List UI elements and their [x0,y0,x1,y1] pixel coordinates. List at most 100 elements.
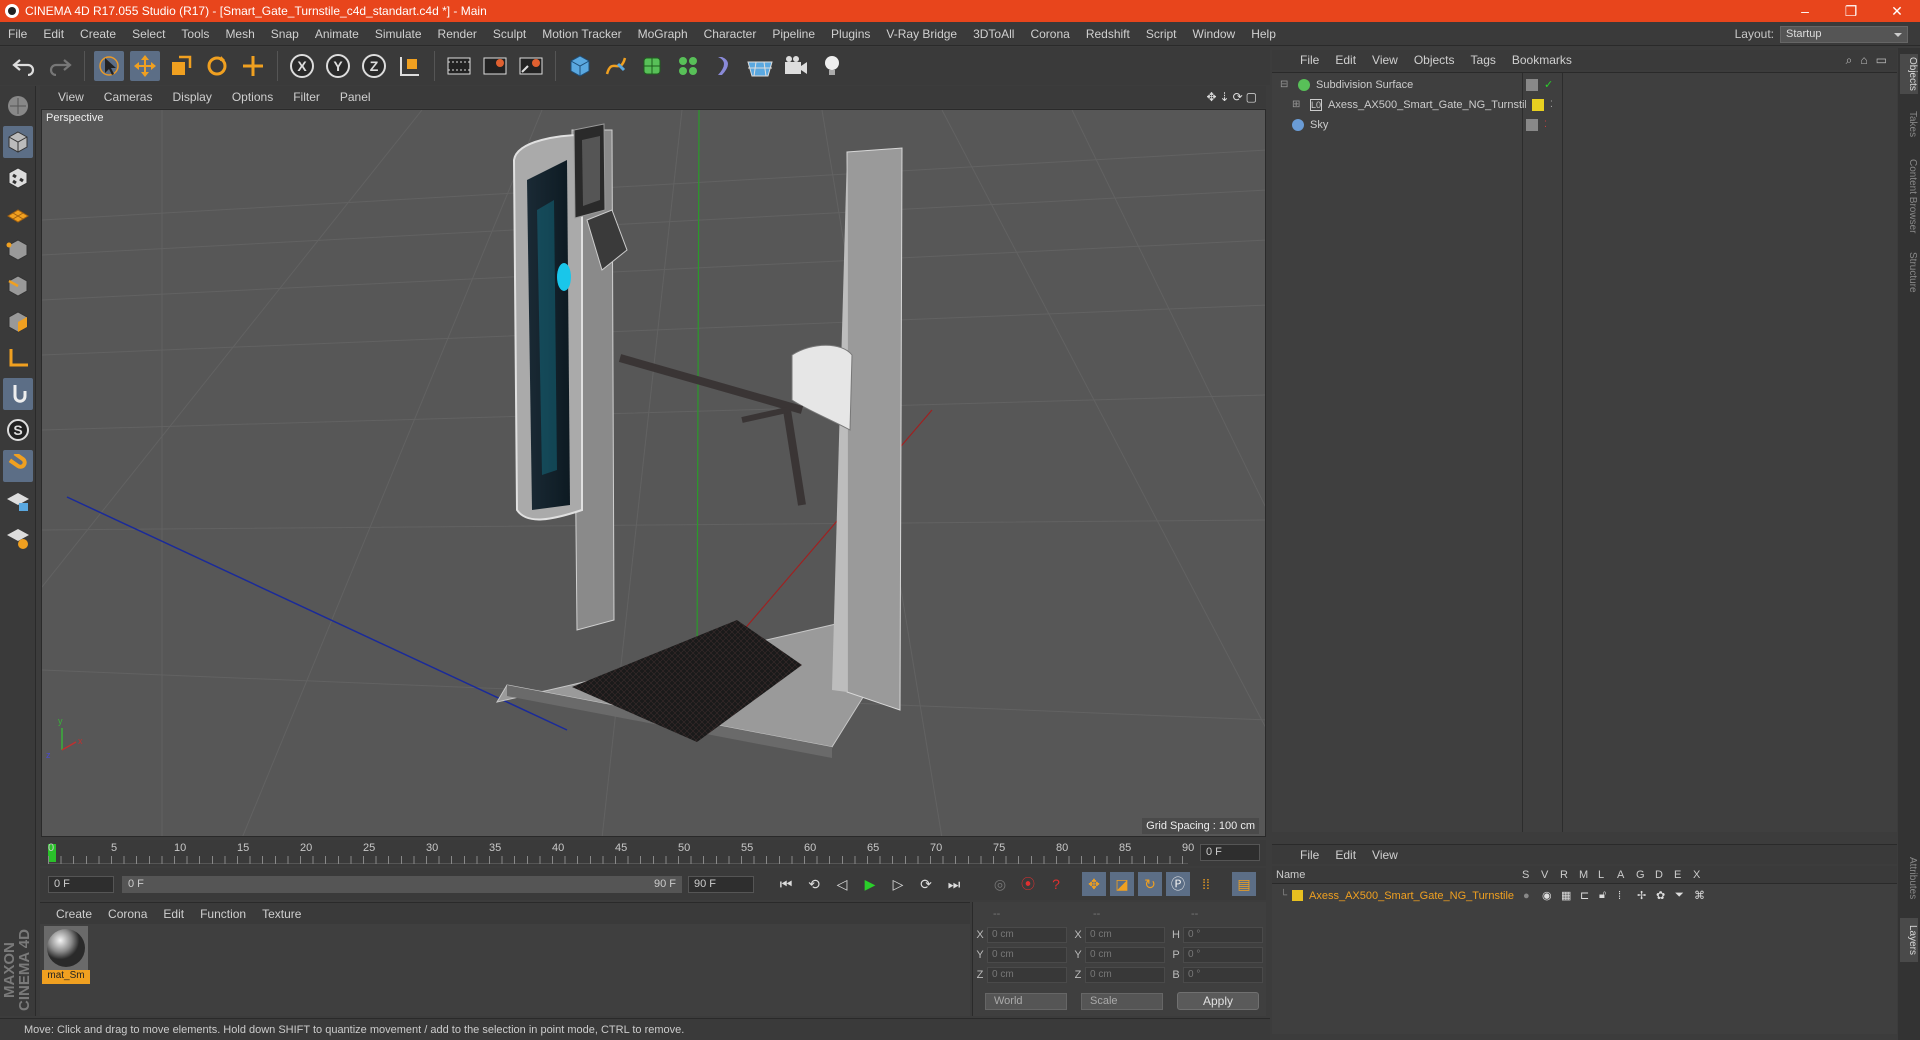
collapse-icon[interactable]: ⊟ [1280,79,1292,90]
menu-render[interactable]: Render [430,27,485,41]
timeline-track[interactable]: 0 5 10 15 20 25 30 35 40 45 50 55 60 65 … [48,842,1194,864]
object-row[interactable]: ⊞ L0 Axess_AX500_Smart_Gate_NG_Turnstile… [1272,95,1897,114]
viewport-nav-icons[interactable]: ✥⇣⟳▢ [1206,90,1266,104]
object-manager-search-icon[interactable]: ⌕ [1846,53,1853,68]
objects-menu-edit[interactable]: Edit [1327,53,1364,67]
previous-key-icon[interactable]: ⟲ [802,872,826,896]
light-icon[interactable] [817,51,847,81]
coordinate-mode-dropdown[interactable]: World [985,992,1067,1010]
menu-corona[interactable]: Corona [1022,27,1077,41]
material-menu-edit[interactable]: Edit [155,907,192,921]
tab-attributes[interactable]: Attributes [1900,846,1918,910]
column-view[interactable]: V [1541,869,1560,881]
menu-create[interactable]: Create [72,27,124,41]
menu-sculpt[interactable]: Sculpt [485,27,534,41]
go-to-end-icon[interactable]: ⏭ [942,872,966,896]
column-render[interactable]: R [1560,869,1579,881]
menu-redshift[interactable]: Redshift [1078,27,1138,41]
planar-workplane-icon[interactable] [3,522,33,554]
xref-toggle-icon[interactable]: ⌘ [1694,889,1713,902]
menu-edit[interactable]: Edit [35,27,72,41]
close-button[interactable]: ✕ [1874,3,1920,20]
column-name[interactable]: Name [1272,869,1522,881]
model-mode-icon[interactable] [3,126,33,158]
tab-content-browser[interactable]: Content Browser [1900,152,1918,240]
tab-structure[interactable]: Structure [1900,246,1918,298]
layer-color-swatch[interactable] [1532,98,1544,111]
undo-icon[interactable] [9,51,39,81]
subdivision-icon[interactable] [637,51,667,81]
go-to-start-icon[interactable]: ⏮ [774,872,798,896]
column-deformers[interactable]: D [1655,869,1674,881]
current-frame-field[interactable]: 0 F [1200,844,1260,861]
solo-toggle-icon[interactable]: ● [1523,890,1542,902]
display-tag-icon[interactable] [1526,78,1538,91]
apply-button[interactable]: Apply [1177,992,1259,1010]
menu-mograph[interactable]: MoGraph [630,27,696,41]
autokey-icon[interactable]: ? [1044,872,1068,896]
rotate-icon[interactable] [202,51,232,81]
z-axis-icon[interactable]: Z [359,51,389,81]
visibility-dots-icon[interactable]: ⁚ [1550,99,1553,110]
cube-primitive-icon[interactable] [565,51,595,81]
layout-dropdown[interactable]: Startup [1780,25,1908,43]
objects-menu-tags[interactable]: Tags [1463,53,1504,67]
object-row[interactable]: ⊟ Subdivision Surface ✓ [1272,75,1897,94]
viewport-menu-cameras[interactable]: Cameras [94,90,163,104]
object-manager-home-icon[interactable]: ⌂ [1860,53,1867,67]
play-icon[interactable]: ▶ [858,872,882,896]
render-toggle-icon[interactable]: ▦ [1561,889,1580,902]
layers-menu-edit[interactable]: Edit [1327,848,1364,862]
redo-icon[interactable] [45,51,75,81]
texture-mode-icon[interactable] [3,162,33,194]
rotation-b-field[interactable]: 0 ° [1183,967,1263,983]
menu-snap[interactable]: Snap [263,27,307,41]
material-menu-function[interactable]: Function [192,907,254,921]
record-disabled-icon[interactable]: ◎ [988,872,1012,896]
end-frame-field[interactable]: 90 F [688,875,754,893]
viewport-menu-filter[interactable]: Filter [283,90,330,104]
column-manager[interactable]: M [1579,869,1598,881]
column-solo[interactable]: S [1522,869,1541,881]
layer-color-swatch[interactable] [1292,890,1303,901]
expressions-toggle-icon[interactable]: ⏷ [1675,889,1694,902]
render-picture-viewer-icon[interactable] [480,51,510,81]
size-x-field[interactable]: 0 cm [1085,927,1165,943]
spline-pen-icon[interactable] [601,51,631,81]
step-back-icon[interactable]: ◁ [830,872,854,896]
generators-toggle-icon[interactable]: ✢ [1637,889,1656,902]
menu-motion-tracker[interactable]: Motion Tracker [534,27,629,41]
rotation-p-field[interactable]: 0 ° [1183,947,1263,963]
menu-select[interactable]: Select [124,27,173,41]
viewport-menu-display[interactable]: Display [162,90,221,104]
magnet-icon[interactable] [3,450,33,482]
step-forward-icon[interactable]: ▷ [886,872,910,896]
mograph-cloner-icon[interactable] [673,51,703,81]
layers-menu-file[interactable]: File [1292,848,1327,862]
live-transform-icon[interactable] [238,51,268,81]
move-icon[interactable] [130,51,160,81]
viewport-menu-options[interactable]: Options [222,90,283,104]
timeline-ruler[interactable]: 0 5 10 15 20 25 30 35 40 45 50 55 60 65 … [40,840,1266,866]
manager-toggle-icon[interactable]: ⊏ [1580,889,1599,902]
position-x-field[interactable]: 0 cm [987,927,1067,943]
column-generators[interactable]: G [1636,869,1655,881]
coordinate-system-icon[interactable] [395,51,425,81]
menu-animate[interactable]: Animate [307,27,367,41]
object-manager-panel-icon[interactable]: ▭ [1876,53,1887,67]
key-position-icon[interactable]: ✥ [1082,872,1106,896]
lock-toggle-icon[interactable]: 🔓︎ [1599,889,1618,902]
timeline-window-icon[interactable]: ▤ [1232,872,1256,896]
column-locked[interactable]: L [1598,869,1617,881]
start-frame-field[interactable]: 0 F [48,875,114,893]
tweak-mode-icon[interactable] [3,378,33,410]
animation-toggle-icon[interactable]: ⁞ [1618,890,1637,902]
column-expressions[interactable]: E [1674,869,1693,881]
menu-character[interactable]: Character [696,27,765,41]
object-row[interactable]: Sky ⁚ [1272,115,1897,134]
floor-icon[interactable] [745,51,775,81]
expand-icon[interactable]: ⊞ [1292,99,1304,110]
view-toggle-icon[interactable]: ◉ [1542,889,1561,902]
x-axis-icon[interactable]: X [287,51,317,81]
menu-tools[interactable]: Tools [173,27,217,41]
